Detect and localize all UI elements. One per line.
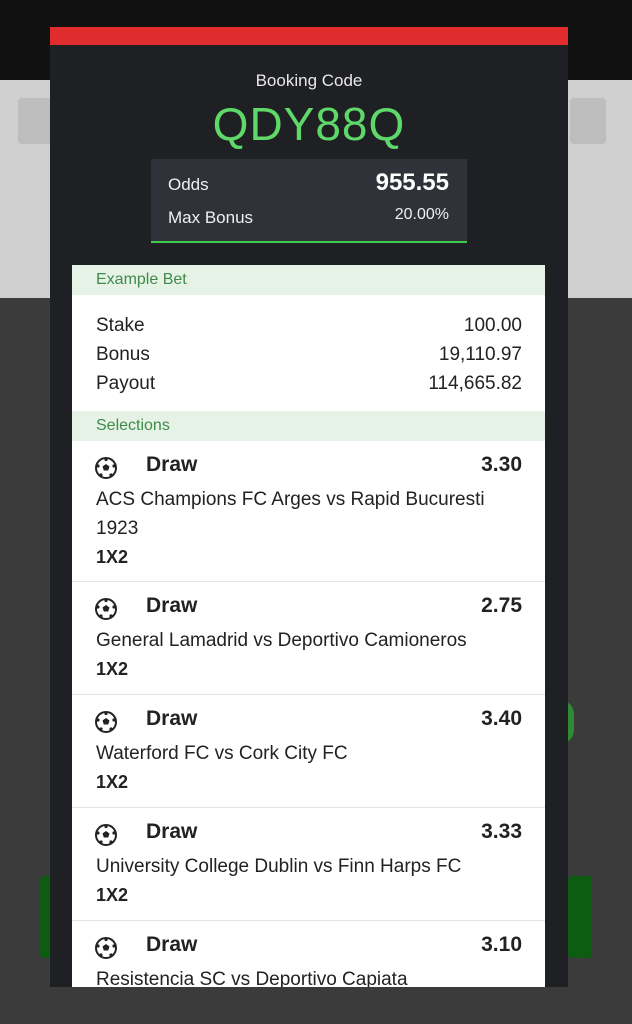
stake-label: Stake xyxy=(96,315,145,336)
max-bonus-label: Max Bonus xyxy=(168,208,254,227)
selection-match-line: General Lamadrid vs Deportivo Camioneros xyxy=(96,630,467,651)
bonus-label: Bonus xyxy=(96,344,150,365)
selection-match: General Lamadrid vs Deportivo Camioneros xyxy=(96,626,522,655)
bonus-value: 19,110.97 xyxy=(438,344,522,365)
booking-code-modal: Booking Code QDY88Q Odds 955.55 Max Bonu… xyxy=(50,27,568,987)
selection-market: 1X2 xyxy=(96,659,129,679)
selection-item[interactable]: Draw 3.33 University College Dublin vs F… xyxy=(72,808,545,921)
selection-pick: Draw xyxy=(146,594,198,617)
selection-market: 1X2 xyxy=(96,885,129,905)
selection-odds: 3.10 xyxy=(481,933,522,956)
selection-odds: 3.33 xyxy=(481,820,522,843)
selection-item[interactable]: Draw 3.40 Waterford FC vs Cork City FC 1… xyxy=(72,695,545,808)
selection-item[interactable]: Draw 2.75 General Lamadrid vs Deportivo … xyxy=(72,582,545,695)
selection-match-line: Resistencia SC vs Deportivo Capiata xyxy=(96,969,408,987)
booking-code-label: Booking Code xyxy=(255,71,363,90)
soccer-ball-icon xyxy=(95,711,117,733)
example-bet-header-label: Example Bet xyxy=(96,271,187,288)
modal-top-bar xyxy=(50,27,568,45)
selection-match-line: 1923 xyxy=(96,518,139,539)
soccer-ball-icon xyxy=(95,598,117,620)
soccer-ball-icon xyxy=(95,824,117,846)
selection-match-line: Waterford FC vs Cork City FC xyxy=(96,743,348,764)
background-button xyxy=(568,876,592,958)
background-tile xyxy=(570,98,606,144)
selection-market: 1X2 xyxy=(96,772,129,792)
selection-match: Resistencia SC vs Deportivo Capiata xyxy=(96,965,522,987)
selection-pick: Draw xyxy=(146,453,198,476)
selection-odds: 3.40 xyxy=(481,707,522,730)
selection-pick: Draw xyxy=(146,820,198,843)
odds-value: 955.55 xyxy=(375,169,449,196)
selection-pick: Draw xyxy=(146,707,198,730)
selection-odds: 2.75 xyxy=(481,594,522,617)
selection-odds: 3.30 xyxy=(481,453,522,476)
soccer-ball-icon xyxy=(95,457,117,479)
selections-header: Selections xyxy=(72,411,545,441)
example-bet-header: Example Bet xyxy=(72,265,545,295)
booking-code-value[interactable]: QDY88Q xyxy=(50,97,568,151)
selection-item[interactable]: Draw 3.10 Resistencia SC vs Deportivo Ca… xyxy=(72,921,545,987)
odds-label: Odds xyxy=(168,175,209,194)
selection-match: Waterford FC vs Cork City FC xyxy=(96,739,522,768)
selections-header-label: Selections xyxy=(96,417,170,434)
selection-market: 1X2 xyxy=(96,547,129,567)
selection-match-line: University College Dublin vs Finn Harps … xyxy=(96,856,462,877)
selection-item[interactable]: Draw 3.30 ACS Champions FC Arges vs Rapi… xyxy=(72,441,545,582)
bet-details-card: Example Bet Stake 100.00 Bonus 19,110.97… xyxy=(72,265,545,987)
payout-label: Payout xyxy=(96,373,156,394)
payout-value: 114,665.82 xyxy=(428,373,522,394)
odds-summary: Odds 955.55 Max Bonus 20.00% xyxy=(151,159,467,243)
selection-match: ACS Champions FC Arges vs Rapid Bucurest… xyxy=(96,485,522,543)
selection-pick: Draw xyxy=(146,933,198,956)
max-bonus-value: 20.00% xyxy=(394,206,449,223)
selection-match: University College Dublin vs Finn Harps … xyxy=(96,852,522,881)
selection-match-line: ACS Champions FC Arges vs Rapid Bucurest… xyxy=(96,489,485,510)
stake-value: 100.00 xyxy=(463,315,522,336)
soccer-ball-icon xyxy=(95,937,117,959)
